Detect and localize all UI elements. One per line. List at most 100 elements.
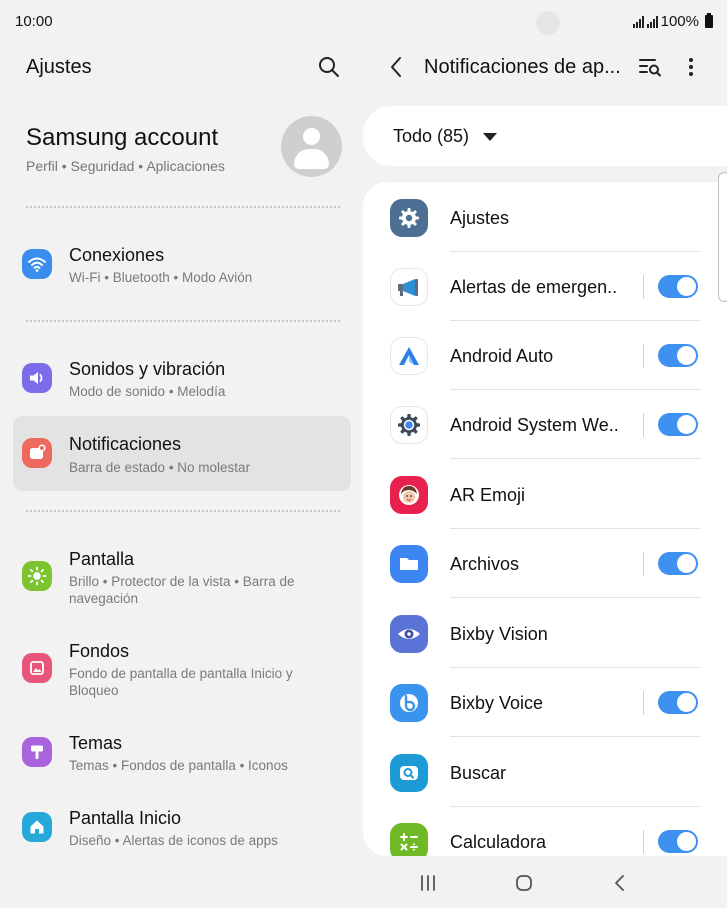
separator xyxy=(643,413,644,437)
back-arrow-icon[interactable] xyxy=(385,54,409,80)
separator xyxy=(643,830,644,854)
volume-icon xyxy=(22,363,52,393)
megaphone-icon xyxy=(390,268,428,306)
filter-label: Todo (85) xyxy=(393,126,470,146)
themes-icon xyxy=(22,737,52,767)
setting-subtitle: Wi-Fi • Bluetooth • Modo Avión xyxy=(69,270,253,285)
separator xyxy=(643,275,644,299)
setting-title: Notificaciones xyxy=(69,434,182,454)
battery-icon xyxy=(705,13,713,28)
wallpaper-icon xyxy=(22,653,52,683)
bixby-icon xyxy=(390,684,428,722)
setting-title: Fondos xyxy=(69,641,130,661)
notification-toggle[interactable] xyxy=(658,691,698,714)
notification-toggle[interactable] xyxy=(658,275,698,298)
scrollbar[interactable] xyxy=(718,172,727,302)
setting-subtitle: Modo de sonido • Melodía xyxy=(69,384,226,399)
setting-fondos[interactable]: Fondos Fondo de pantalla de pantalla Ini… xyxy=(13,628,351,708)
divider xyxy=(26,206,340,208)
filter-dropdown[interactable]: Todo (85) xyxy=(363,106,727,166)
setting-subtitle: Barra de estado • No molestar xyxy=(69,460,251,475)
app-name: Ajustes xyxy=(450,208,510,228)
samsung-account[interactable]: Samsung account Perfil • Seguridad • Apl… xyxy=(26,124,225,174)
camera-cutout xyxy=(536,11,560,35)
signal-icon xyxy=(632,15,644,28)
brightness-icon xyxy=(22,561,52,591)
status-time: 10:00 xyxy=(15,13,53,30)
app-row-archivos[interactable]: Archivos xyxy=(363,529,727,598)
app-name: Alertas de emergen.. xyxy=(450,277,618,297)
search-icon[interactable] xyxy=(316,54,342,80)
navigation-bar xyxy=(363,856,727,908)
home-icon xyxy=(22,812,52,842)
setting-title: Pantalla xyxy=(69,549,135,569)
setting-temas[interactable]: Temas Temas • Fondos de pantalla • Icono… xyxy=(13,720,351,784)
app-name: Android Auto xyxy=(450,346,554,366)
app-name: Bixby Vision xyxy=(450,624,548,644)
webview-gear-icon xyxy=(390,406,428,444)
setting-subtitle: Temas • Fondos de pantalla • Iconos xyxy=(69,758,288,773)
eye-icon xyxy=(390,615,428,653)
app-row-buscar[interactable]: Buscar xyxy=(363,738,727,807)
signal-icon xyxy=(646,15,658,28)
setting-pantalla-inicio[interactable]: Pantalla Inicio Diseño • Alertas de icon… xyxy=(13,795,351,859)
folder-icon xyxy=(390,545,428,583)
app-row-calculadora[interactable]: Calculadora xyxy=(363,807,727,856)
separator xyxy=(643,552,644,576)
app-name: Archivos xyxy=(450,554,520,574)
app-notifications-title: Notificaciones de ap... xyxy=(424,56,621,78)
app-name: Calculadora xyxy=(450,832,547,852)
setting-title: Temas xyxy=(69,733,123,753)
setting-pantalla[interactable]: Pantalla Brillo • Protector de la vista … xyxy=(13,536,351,616)
separator xyxy=(643,344,644,368)
setting-conexiones[interactable]: Conexiones Wi-Fi • Bluetooth • Modo Avió… xyxy=(13,232,351,296)
app-row-ajustes[interactable]: Ajustes xyxy=(363,183,727,252)
notification-toggle[interactable] xyxy=(658,830,698,853)
back-icon[interactable] xyxy=(608,872,632,894)
settings-title: Ajustes xyxy=(26,56,92,78)
finder-icon xyxy=(390,754,428,792)
recents-icon[interactable] xyxy=(416,872,440,894)
app-row-alertas[interactable]: Alertas de emergen.. xyxy=(363,252,727,321)
setting-subtitle: Fondo de pantalla de pantalla Inicio y B… xyxy=(69,666,293,698)
setting-title: Conexiones xyxy=(69,245,165,265)
app-name: Bixby Voice xyxy=(450,693,544,713)
app-list: Ajustes Alertas de emergen.. Android Aut… xyxy=(363,182,727,856)
app-row-bixby-vision[interactable]: Bixby Vision xyxy=(363,599,727,668)
app-row-bixby-voice[interactable]: Bixby Voice xyxy=(363,668,727,737)
setting-notificaciones[interactable]: Notificaciones Barra de estado • No mole… xyxy=(13,416,351,491)
android-auto-icon xyxy=(390,337,428,375)
caret-down-icon xyxy=(483,133,497,141)
setting-title: Sonidos y vibración xyxy=(69,359,226,379)
divider xyxy=(26,320,340,322)
battery-percent: 100% xyxy=(660,13,699,30)
ar-emoji-icon xyxy=(390,476,428,514)
wifi-icon xyxy=(22,249,52,279)
app-row-android-system-webview[interactable]: Android System We.. xyxy=(363,390,727,459)
setting-sonidos[interactable]: Sonidos y vibración Modo de sonido • Mel… xyxy=(13,346,351,410)
app-name: AR Emoji xyxy=(450,485,526,505)
setting-subtitle: Brillo • Protector de la vista • Barra d… xyxy=(69,574,295,606)
separator xyxy=(643,691,644,715)
notification-toggle[interactable] xyxy=(658,552,698,575)
app-name: Buscar xyxy=(450,763,507,783)
search-filter-icon[interactable] xyxy=(637,55,663,79)
status-icons: 100% xyxy=(632,13,713,30)
divider xyxy=(26,510,340,512)
app-row-ar-emoji[interactable]: AR Emoji xyxy=(363,460,727,529)
notification-toggle[interactable] xyxy=(658,413,698,436)
account-name: Samsung account xyxy=(26,124,219,151)
more-options-icon[interactable] xyxy=(680,55,702,79)
notification-icon xyxy=(22,438,52,468)
avatar[interactable] xyxy=(281,116,342,177)
setting-subtitle: Diseño • Alertas de iconos de apps xyxy=(69,833,278,848)
settings-gear-icon xyxy=(390,199,428,237)
status-bar: 10:00 100% xyxy=(0,0,727,44)
home-button-icon[interactable] xyxy=(512,872,536,894)
app-row-android-auto[interactable]: Android Auto xyxy=(363,321,727,390)
calculator-icon xyxy=(390,823,428,856)
notification-toggle[interactable] xyxy=(658,344,698,367)
account-subtitle: Perfil • Seguridad • Aplicaciones xyxy=(26,158,225,174)
setting-title: Pantalla Inicio xyxy=(69,808,182,828)
app-name: Android System We.. xyxy=(450,415,619,435)
